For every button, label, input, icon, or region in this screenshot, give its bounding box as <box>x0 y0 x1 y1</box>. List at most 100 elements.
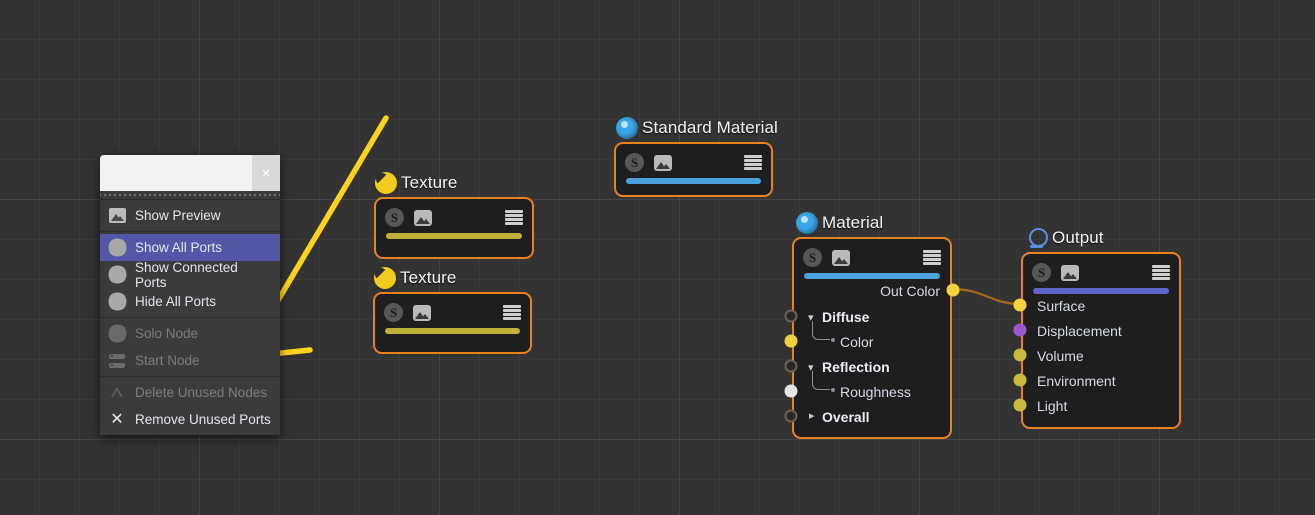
s-badge-icon[interactable]: S <box>625 153 644 172</box>
image-icon[interactable] <box>1061 264 1079 281</box>
yellow-sphere-icon <box>374 267 396 289</box>
gear-icon <box>108 293 126 311</box>
menu-drag-grip[interactable] <box>100 191 280 200</box>
port-label-light: Light <box>1037 398 1068 414</box>
menu-item-label: Show Preview <box>135 208 221 223</box>
node-title-output[interactable]: Output <box>1026 227 1104 249</box>
port-out-color[interactable] <box>946 283 960 297</box>
port-label-roughness: Roughness <box>840 384 911 400</box>
node-material[interactable]: S Out Color ▾ Diffuse Color ▾ Reflection… <box>784 237 960 439</box>
gear-icon <box>108 325 126 343</box>
node-texture-1[interactable]: S <box>374 197 534 259</box>
chevron-right-icon[interactable]: ▸ <box>809 409 815 422</box>
menu-item-hide-all-ports[interactable]: Hide All Ports <box>100 288 280 315</box>
gear-icon <box>108 266 126 284</box>
delete-triangle-icon <box>108 384 126 402</box>
image-icon[interactable] <box>654 154 672 171</box>
node-header: S <box>616 144 771 174</box>
port-label-volume: Volume <box>1037 348 1084 364</box>
context-menu-titlebar[interactable]: × <box>100 155 280 191</box>
port-roughness[interactable] <box>784 384 798 398</box>
s-badge-icon[interactable]: S <box>384 303 403 322</box>
menu-item-solo-node: Solo Node <box>100 320 280 347</box>
node-accent-bar <box>386 233 522 239</box>
yellow-sphere-icon <box>375 172 397 194</box>
close-x-icon: ✕ <box>110 410 124 428</box>
menu-group-cleanup: Delete Unused Nodes ✕ Remove Unused Port… <box>100 377 280 435</box>
menu-item-label: Delete Unused Nodes <box>135 385 268 400</box>
tree-elbow <box>812 321 835 342</box>
menu-item-show-connected-ports[interactable]: Show Connected Ports <box>100 259 280 290</box>
hamburger-icon[interactable] <box>923 249 941 266</box>
port-label-surface: Surface <box>1037 298 1086 314</box>
menu-item-label: Show Connected Ports <box>135 259 238 290</box>
port-overall[interactable] <box>784 409 798 423</box>
node-accent-bar <box>1033 288 1169 294</box>
image-icon[interactable] <box>414 209 432 226</box>
port-reflection[interactable] <box>784 359 798 373</box>
node-output[interactable]: S Surface Displacement Volume Environmen… <box>1013 252 1181 429</box>
port-label-out-color: Out Color <box>880 283 940 299</box>
wire-outcolor-surface <box>950 287 1022 306</box>
node-title-texture-2[interactable]: Texture <box>374 267 456 289</box>
node-title-label: Texture <box>401 173 458 192</box>
tree-elbow <box>812 371 835 392</box>
node-title-material[interactable]: Material <box>796 212 883 234</box>
port-light[interactable] <box>1013 398 1027 412</box>
node-context-menu[interactable]: × Show Preview Show All Ports Show Conne… <box>100 155 280 435</box>
menu-item-label: Show All Ports <box>135 240 223 255</box>
node-title-label: Material <box>822 213 884 232</box>
node-title-label: Output <box>1052 228 1104 247</box>
blue-sphere-icon <box>796 212 818 234</box>
hamburger-icon[interactable] <box>505 209 523 226</box>
menu-item-delete-unused-nodes: Delete Unused Nodes <box>100 379 280 406</box>
node-header: S <box>1023 254 1179 284</box>
port-label-overall: Overall <box>822 409 870 425</box>
start-node-icon <box>108 352 126 370</box>
hamburger-icon[interactable] <box>503 304 521 321</box>
image-preview-icon <box>108 207 126 225</box>
s-badge-icon[interactable]: S <box>385 208 404 227</box>
port-surface[interactable] <box>1013 298 1027 312</box>
output-ring-icon <box>1026 227 1048 249</box>
hamburger-icon[interactable] <box>1152 264 1170 281</box>
menu-item-label: Hide All Ports <box>135 294 217 309</box>
node-standard-material[interactable]: S <box>614 142 773 197</box>
menu-item-remove-unused-ports[interactable]: ✕ Remove Unused Ports <box>100 406 280 433</box>
close-icon[interactable]: × <box>252 155 280 191</box>
s-badge-icon[interactable]: S <box>803 248 822 267</box>
menu-item-show-preview[interactable]: Show Preview <box>100 202 280 229</box>
image-icon[interactable] <box>832 249 850 266</box>
port-label-color: Color <box>840 334 874 350</box>
port-environment[interactable] <box>1013 373 1027 387</box>
menu-item-label: Remove Unused Ports <box>135 412 271 427</box>
s-badge-icon[interactable]: S <box>1032 263 1051 282</box>
menu-group-ports: Show All Ports Show Connected Ports Hide… <box>100 232 280 318</box>
port-label-displacement: Displacement <box>1037 323 1122 339</box>
hamburger-icon[interactable] <box>744 154 762 171</box>
image-icon[interactable] <box>413 304 431 321</box>
port-color[interactable] <box>784 334 798 348</box>
node-header: S <box>376 199 532 229</box>
menu-item-label: Start Node <box>135 353 200 368</box>
menu-item-show-all-ports[interactable]: Show All Ports <box>100 234 280 261</box>
port-diffuse[interactable] <box>784 309 798 323</box>
menu-item-label: Solo Node <box>135 326 199 341</box>
node-title-standard-material[interactable]: Standard Material <box>616 117 778 139</box>
node-graph-canvas[interactable]: × Show Preview Show All Ports Show Conne… <box>0 0 1315 515</box>
port-displacement[interactable] <box>1013 323 1027 337</box>
node-accent-bar <box>804 273 940 279</box>
node-header: S <box>794 239 950 269</box>
menu-group-node: Solo Node Start Node <box>100 318 280 377</box>
menu-group-preview: Show Preview <box>100 200 280 232</box>
menu-item-start-node: Start Node <box>100 347 280 374</box>
port-label-environment: Environment <box>1037 373 1116 389</box>
node-accent-bar <box>626 178 761 184</box>
node-header: S <box>375 294 530 324</box>
node-title-texture-1[interactable]: Texture <box>375 172 457 194</box>
node-title-label: Texture <box>400 268 457 287</box>
node-texture-2[interactable]: S <box>373 292 532 354</box>
gear-icon <box>108 239 126 257</box>
port-volume[interactable] <box>1013 348 1027 362</box>
node-title-label: Standard Material <box>642 118 778 137</box>
